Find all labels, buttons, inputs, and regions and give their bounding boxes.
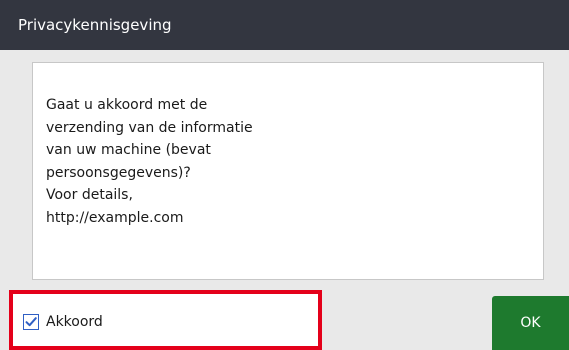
dialog-title-bar: Privacykennisgeving [0, 0, 569, 50]
dialog-title: Privacykennisgeving [18, 16, 172, 34]
message-box: Gaat u akkoord met de verzending van de … [32, 62, 544, 280]
checkmark-icon [25, 317, 37, 327]
agree-checkbox[interactable] [23, 314, 39, 330]
agree-checkbox-row[interactable]: Akkoord [9, 290, 322, 350]
agree-label: Akkoord [46, 314, 103, 330]
privacy-message: Gaat u akkoord met de verzending van de … [46, 97, 253, 226]
